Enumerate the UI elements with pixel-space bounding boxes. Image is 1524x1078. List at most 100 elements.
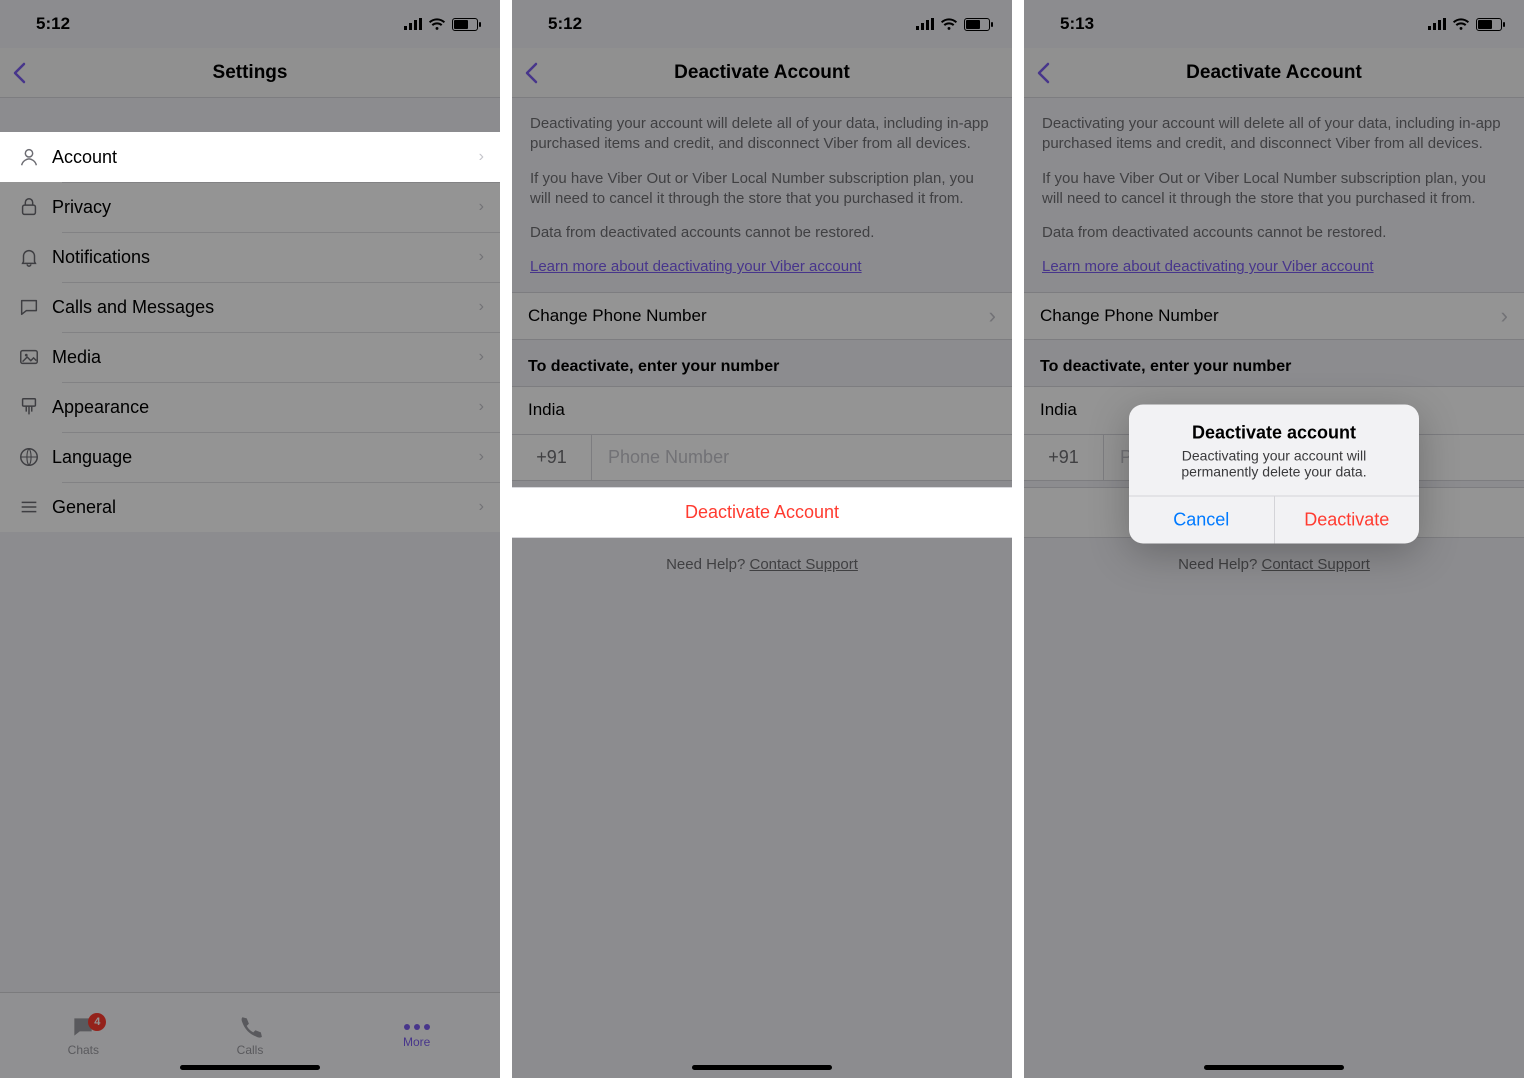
alert-title: Deactivate account bbox=[1147, 423, 1401, 444]
wifi-icon bbox=[940, 17, 958, 31]
brush-icon bbox=[18, 396, 52, 418]
chevron-right-icon: › bbox=[479, 298, 484, 316]
row-label: Calls and Messages bbox=[52, 297, 479, 318]
info-text: If you have Viber Out or Viber Local Num… bbox=[1042, 169, 1506, 210]
info-block: Deactivating your account will delete al… bbox=[512, 98, 1012, 292]
contact-support-link[interactable]: Contact Support bbox=[1261, 556, 1369, 573]
chevron-right-icon: › bbox=[479, 398, 484, 416]
phone-number-input[interactable]: Phone Number bbox=[592, 435, 1012, 480]
row-label: Privacy bbox=[52, 197, 479, 218]
alert-cancel-button[interactable]: Cancel bbox=[1129, 497, 1275, 544]
alert-deactivate-button[interactable]: Deactivate bbox=[1275, 497, 1420, 544]
settings-row-privacy[interactable]: Privacy › bbox=[0, 182, 500, 232]
change-phone-cell[interactable]: Change Phone Number bbox=[512, 292, 1012, 340]
lock-icon bbox=[18, 196, 52, 218]
home-indicator[interactable] bbox=[180, 1065, 320, 1070]
settings-row-notifications[interactable]: Notifications › bbox=[0, 232, 500, 282]
cellular-icon bbox=[916, 18, 934, 30]
settings-list: Account › Privacy › Notifications › Call… bbox=[0, 132, 500, 532]
info-text: If you have Viber Out or Viber Local Num… bbox=[530, 169, 994, 210]
image-icon bbox=[18, 346, 52, 368]
row-label: Notifications bbox=[52, 247, 479, 268]
row-label: Account bbox=[52, 147, 479, 168]
settings-row-calls[interactable]: Calls and Messages › bbox=[0, 282, 500, 332]
tab-label: More bbox=[403, 1035, 430, 1049]
chevron-right-icon: › bbox=[479, 248, 484, 266]
deactivate-button[interactable]: Deactivate Account bbox=[512, 487, 1012, 538]
learn-more-link[interactable]: Learn more about deactivating your Viber… bbox=[530, 258, 862, 275]
back-button[interactable] bbox=[12, 62, 26, 84]
chevron-right-icon: › bbox=[479, 198, 484, 216]
chevron-right-icon: › bbox=[479, 348, 484, 366]
confirm-alert: Deactivate account Deactivating your acc… bbox=[1129, 405, 1419, 544]
status-bar: 5:12 bbox=[0, 0, 500, 48]
tab-more[interactable]: More bbox=[333, 993, 500, 1078]
cell-label: Change Phone Number bbox=[528, 306, 707, 326]
contact-support-link[interactable]: Contact Support bbox=[749, 556, 857, 573]
chat-icon bbox=[18, 296, 52, 318]
more-icon bbox=[402, 1022, 432, 1032]
phone-input-group: +91 Phone Number bbox=[512, 434, 1012, 481]
battery-icon bbox=[1476, 18, 1502, 31]
battery-icon bbox=[964, 18, 990, 31]
change-phone-cell[interactable]: Change Phone Number bbox=[1024, 292, 1524, 340]
wifi-icon bbox=[1452, 17, 1470, 31]
settings-row-appearance[interactable]: Appearance › bbox=[0, 382, 500, 432]
menu-icon bbox=[18, 496, 52, 518]
help-text: Need Help? Contact Support bbox=[512, 538, 1012, 591]
tab-label: Chats bbox=[68, 1043, 99, 1057]
row-label: General bbox=[52, 497, 479, 518]
country-cell[interactable]: India bbox=[512, 386, 1012, 434]
tab-label: Calls bbox=[237, 1043, 264, 1057]
chevron-right-icon: › bbox=[479, 498, 484, 516]
home-indicator[interactable] bbox=[692, 1065, 832, 1070]
settings-row-account[interactable]: Account › bbox=[0, 132, 500, 182]
country-label: India bbox=[1040, 400, 1077, 420]
deactivate-label: Deactivate Account bbox=[685, 502, 839, 522]
back-button[interactable] bbox=[1036, 62, 1050, 84]
cellular-icon bbox=[404, 18, 422, 30]
panel-deactivate: 5:12 Deactivate Account Deactivating you… bbox=[512, 0, 1012, 1078]
chevron-left-icon bbox=[1036, 62, 1050, 84]
info-text: Deactivating your account will delete al… bbox=[1042, 114, 1506, 155]
info-text: Data from deactivated accounts cannot be… bbox=[530, 223, 994, 243]
page-title: Settings bbox=[213, 62, 288, 84]
tab-chats[interactable]: 4 Chats bbox=[0, 993, 167, 1078]
enter-number-heading: To deactivate, enter your number bbox=[512, 340, 1012, 386]
person-icon bbox=[18, 146, 52, 168]
row-label: Appearance bbox=[52, 397, 479, 418]
settings-row-language[interactable]: Language › bbox=[0, 432, 500, 482]
info-block: Deactivating your account will delete al… bbox=[1024, 98, 1524, 292]
country-code[interactable]: +91 bbox=[1024, 435, 1104, 480]
page-title: Deactivate Account bbox=[674, 62, 850, 84]
help-text: Need Help? Contact Support bbox=[1024, 538, 1524, 591]
country-code[interactable]: +91 bbox=[512, 435, 592, 480]
info-text: Data from deactivated accounts cannot be… bbox=[1042, 223, 1506, 243]
panel-deactivate-alert: 5:13 Deactivate Account Deactivating you… bbox=[1024, 0, 1524, 1078]
settings-row-media[interactable]: Media › bbox=[0, 332, 500, 382]
country-label: India bbox=[528, 400, 565, 420]
status-time: 5:13 bbox=[1060, 14, 1094, 34]
row-label: Language bbox=[52, 447, 479, 468]
nav-header: Deactivate Account bbox=[512, 48, 1012, 98]
status-bar: 5:13 bbox=[1024, 0, 1524, 48]
home-indicator[interactable] bbox=[1204, 1065, 1344, 1070]
help-prefix: Need Help? bbox=[666, 556, 749, 573]
status-time: 5:12 bbox=[36, 14, 70, 34]
wifi-icon bbox=[428, 17, 446, 31]
nav-header: Deactivate Account bbox=[1024, 48, 1524, 98]
status-time: 5:12 bbox=[548, 14, 582, 34]
globe-icon bbox=[18, 446, 52, 468]
settings-row-general[interactable]: General › bbox=[0, 482, 500, 532]
row-label: Media bbox=[52, 347, 479, 368]
chevron-right-icon: › bbox=[479, 448, 484, 466]
cell-label: Change Phone Number bbox=[1040, 306, 1219, 326]
learn-more-link[interactable]: Learn more about deactivating your Viber… bbox=[1042, 258, 1374, 275]
nav-header: Settings bbox=[0, 48, 500, 98]
bell-icon bbox=[18, 246, 52, 268]
page-title: Deactivate Account bbox=[1186, 62, 1362, 84]
status-bar: 5:12 bbox=[512, 0, 1012, 48]
chevron-right-icon: › bbox=[479, 148, 484, 166]
back-button[interactable] bbox=[524, 62, 538, 84]
battery-icon bbox=[452, 18, 478, 31]
